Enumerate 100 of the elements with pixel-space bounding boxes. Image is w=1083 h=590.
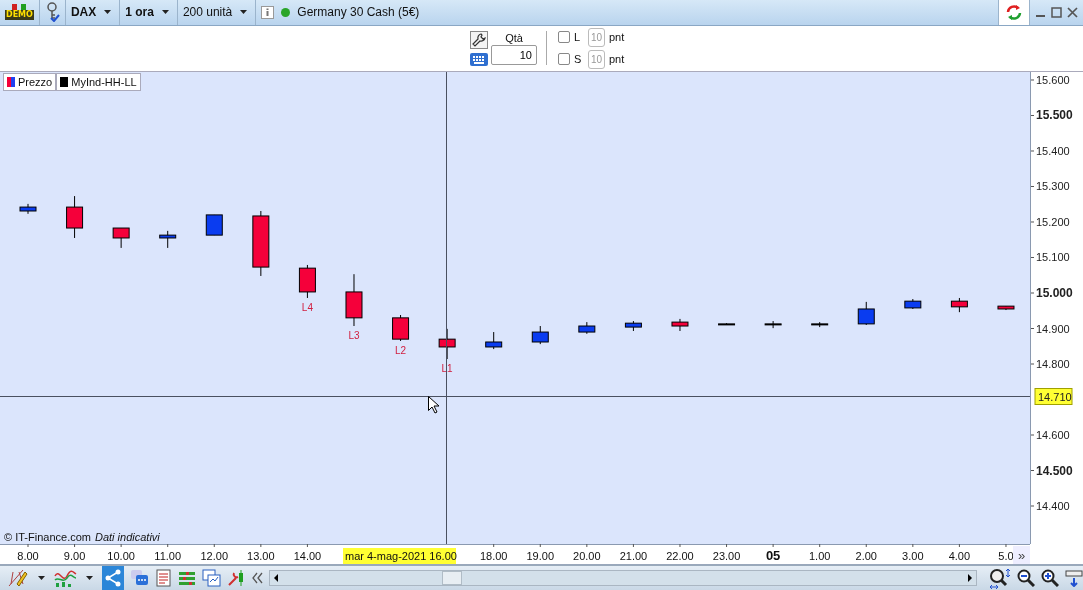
cursor-icon bbox=[428, 396, 440, 414]
price-axis-label: 15.500 bbox=[1030, 108, 1073, 123]
share-icon[interactable] bbox=[105, 569, 121, 587]
price-axis-label: 15.100 bbox=[1030, 251, 1070, 264]
candlestick bbox=[997, 305, 1015, 311]
x-tick-label: 11.00 bbox=[154, 550, 182, 562]
checkbox[interactable] bbox=[558, 31, 570, 44]
qty-field[interactable]: 10 bbox=[491, 44, 537, 65]
candlestick bbox=[531, 325, 549, 345]
double-chevron-left-icon[interactable] bbox=[251, 572, 263, 584]
scroll-right-icon[interactable] bbox=[967, 574, 973, 582]
refresh-icon[interactable] bbox=[1005, 2, 1023, 22]
x-tick-label: 18.00 bbox=[479, 550, 508, 562]
candlestick bbox=[950, 297, 968, 313]
price-axis-label: 15.600 bbox=[1030, 74, 1070, 86]
time-axis-label: 13.00 bbox=[247, 543, 275, 562]
candlestick bbox=[624, 320, 642, 332]
pencil-icon[interactable] bbox=[7, 568, 29, 588]
dropdown[interactable]: DAX bbox=[65, 0, 121, 25]
zoom-fit-icon[interactable] bbox=[989, 567, 1011, 589]
y-tick-label: 14.500 bbox=[1036, 463, 1074, 478]
x-tick-label: 10.00 bbox=[107, 550, 135, 562]
x-tick-label: 4.00 bbox=[948, 550, 971, 562]
demo-badge[interactable]: DEMO bbox=[5, 10, 34, 21]
caret-icon bbox=[240, 10, 248, 15]
candlestick bbox=[904, 298, 922, 310]
price-axis-label: 14.900 bbox=[1030, 322, 1070, 335]
info-icon[interactable] bbox=[261, 5, 275, 19]
price-axis-label: 14.500 bbox=[1030, 463, 1073, 478]
caret-icon[interactable] bbox=[86, 576, 93, 580]
candlestick bbox=[392, 314, 410, 342]
download-icon[interactable] bbox=[1065, 569, 1083, 587]
y-tick-label: 15.400 bbox=[1036, 144, 1070, 157]
close-icon[interactable] bbox=[1067, 6, 1078, 18]
notice-text: Dati indicativi bbox=[94, 531, 160, 543]
candlestick bbox=[19, 203, 37, 215]
price-axis-label: 15.400 bbox=[1030, 145, 1070, 157]
candlestick bbox=[298, 264, 316, 299]
zoom-out-icon[interactable] bbox=[1017, 569, 1035, 587]
time-axis-label: 3.00 bbox=[902, 543, 924, 562]
table-icon[interactable] bbox=[178, 569, 196, 587]
scrollbar-thumb[interactable] bbox=[442, 571, 462, 585]
chat-icon[interactable] bbox=[130, 569, 149, 587]
x-tick-label: 5.0 bbox=[998, 550, 1014, 562]
wrench-candle-icon[interactable] bbox=[227, 569, 245, 587]
time-axis-label: 14.00 bbox=[293, 543, 322, 562]
candlestick bbox=[485, 331, 503, 350]
x-tick-label: 19.00 bbox=[526, 550, 555, 562]
time-axis-label: 1.00 bbox=[809, 543, 831, 562]
horizontal-scrollbar[interactable] bbox=[269, 570, 977, 586]
time-axis-label: 5.0 bbox=[998, 543, 1014, 562]
stop-label: S bbox=[574, 53, 583, 66]
legend-item[interactable]: Prezzo bbox=[3, 73, 57, 91]
y-tick-label: 15.000 bbox=[1036, 286, 1074, 300]
zoom-in-icon[interactable] bbox=[1041, 569, 1059, 587]
candlestick bbox=[112, 227, 130, 249]
x-tick-label: 12.00 bbox=[200, 550, 229, 562]
candlestick bbox=[578, 321, 596, 335]
time-axis-label: 19.00 bbox=[526, 543, 555, 562]
unit-label: pnt bbox=[609, 53, 625, 66]
dropdown[interactable]: 200 unità bbox=[177, 0, 257, 25]
candlestick bbox=[159, 230, 177, 249]
price-axis-label: 14.600 bbox=[1030, 429, 1070, 441]
windows-chart-icon[interactable] bbox=[202, 569, 221, 587]
dropdown[interactable]: 1 ora bbox=[120, 0, 178, 25]
time-axis-label: 2.00 bbox=[855, 543, 877, 562]
y-tick-label: 14.600 bbox=[1036, 429, 1070, 442]
caret-icon[interactable] bbox=[38, 576, 45, 580]
document-icon[interactable] bbox=[155, 569, 172, 587]
scroll-right-button[interactable]: » bbox=[1013, 546, 1030, 564]
key-icon[interactable] bbox=[44, 2, 60, 23]
maximize-icon[interactable] bbox=[1051, 6, 1062, 18]
time-axis-label: 8.00 bbox=[17, 543, 39, 562]
candlestick bbox=[66, 195, 84, 239]
copyright-text: © IT-Finance.com bbox=[4, 531, 91, 543]
low-marker-label: L4 bbox=[301, 301, 313, 313]
x-tick-label: 13.00 bbox=[247, 550, 275, 562]
time-axis-label: 23.00 bbox=[712, 543, 741, 562]
time-axis-label: 05 bbox=[765, 543, 781, 563]
x-tick-label: 22.00 bbox=[666, 550, 694, 562]
y-tick-label: 15.500 bbox=[1036, 108, 1074, 123]
time-axis-label: 9.00 bbox=[63, 543, 86, 562]
time-axis-label: 10.00 bbox=[107, 543, 135, 562]
price-axis-label: 15.000 bbox=[1030, 286, 1073, 300]
checkbox[interactable] bbox=[558, 53, 570, 66]
legend-item[interactable]: MyInd-HH-LL bbox=[56, 73, 141, 91]
time-axis-label: 22.00 bbox=[666, 543, 694, 562]
price-axis-label: 14.400 bbox=[1030, 500, 1070, 512]
price-axis-label: 15.200 bbox=[1030, 216, 1070, 228]
x-tick-label: 9.00 bbox=[63, 550, 86, 562]
x-tick-label: 14.00 bbox=[293, 550, 322, 562]
price-axis-label: 14.800 bbox=[1030, 358, 1070, 370]
x-tick-label: 2.00 bbox=[855, 550, 877, 562]
scroll-left-icon[interactable] bbox=[273, 574, 279, 582]
y-tick-label: 14.400 bbox=[1036, 500, 1070, 513]
keyboard-icon[interactable] bbox=[470, 52, 488, 66]
candlestick bbox=[205, 214, 223, 236]
indicator-chart-icon[interactable] bbox=[54, 568, 77, 588]
time-axis-label: 18.00 bbox=[479, 543, 508, 562]
x-tick-label: 20.00 bbox=[573, 550, 601, 562]
